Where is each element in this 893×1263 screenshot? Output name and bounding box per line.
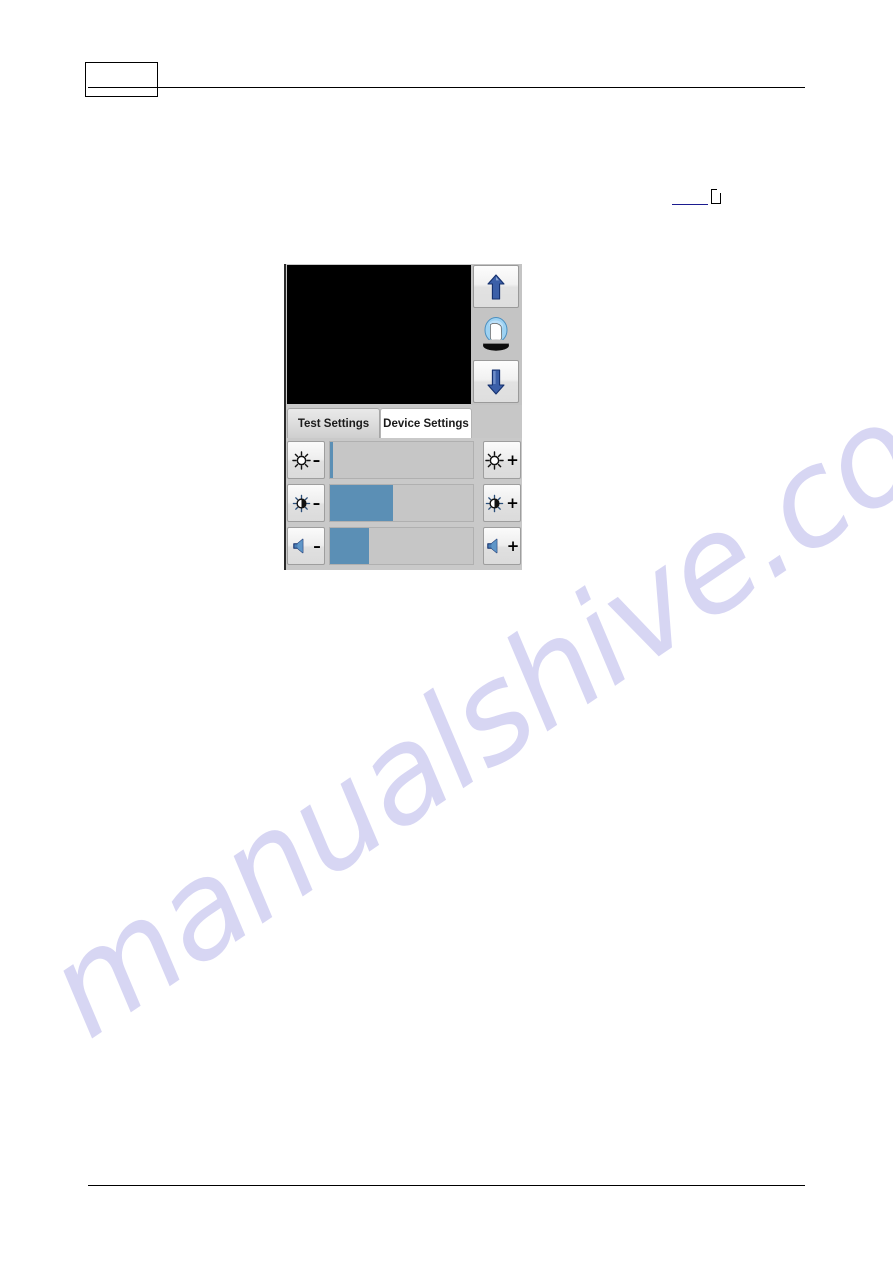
header-rule	[88, 87, 805, 88]
tab-test-settings[interactable]: Test Settings	[287, 408, 380, 438]
contrast-slider-fill	[330, 485, 393, 521]
contrast-half-sun-icon	[292, 494, 310, 512]
brightness-slider-track[interactable]	[329, 441, 474, 479]
tab-bar: Test Settings Device Settings	[286, 405, 522, 438]
move-down-button[interactable]	[473, 360, 519, 403]
contrast-decrease-button[interactable]: –	[287, 484, 325, 522]
device-top-area	[286, 264, 522, 405]
brightness-slider-fill	[330, 442, 333, 478]
volume-decrease-button[interactable]: –	[287, 527, 325, 565]
brightness-decrease-label: –	[312, 450, 321, 469]
brightness-increase-button[interactable]: +	[483, 441, 521, 479]
tab-bar-filler	[472, 405, 522, 438]
brightness-row: – +	[286, 440, 522, 480]
brightness-increase-label: +	[506, 450, 519, 469]
settings-rows: – + – + – +	[286, 438, 522, 570]
contrast-row: – +	[286, 483, 522, 523]
contrast-increase-label: +	[506, 493, 519, 512]
brightness-decrease-button[interactable]: –	[287, 441, 325, 479]
contrast-half-sun-icon	[485, 494, 504, 512]
volume-increase-label: +	[506, 536, 520, 555]
missing-glyph-tofu-icon	[711, 189, 721, 204]
volume-slider-track[interactable]	[329, 527, 474, 565]
move-up-button[interactable]	[473, 265, 519, 308]
header-label-box	[85, 62, 158, 97]
arrow-down-icon	[487, 368, 505, 395]
sun-brightness-icon	[485, 450, 504, 470]
head-chinrest-icon	[483, 316, 509, 351]
speaker-volume-icon	[293, 538, 304, 554]
device-screenshot: Test Settings Device Settings – + – + – …	[284, 264, 522, 570]
side-button-column	[471, 264, 522, 405]
arrow-up-icon	[487, 273, 505, 300]
volume-row: – +	[286, 526, 522, 566]
tab-device-settings[interactable]: Device Settings	[380, 408, 472, 438]
video-preview	[287, 265, 471, 404]
tab-test-settings-label: Test Settings	[297, 417, 370, 430]
contrast-increase-button[interactable]: +	[483, 484, 521, 522]
speaker-volume-icon	[486, 538, 498, 554]
contrast-decrease-label: –	[312, 493, 321, 512]
contrast-slider-track[interactable]	[329, 484, 474, 522]
cross-reference[interactable]	[672, 189, 727, 212]
footer-rule	[88, 1185, 805, 1186]
document-page: manualshive.com Test Settings Device Set…	[0, 0, 893, 1263]
volume-slider-fill	[330, 528, 369, 564]
head-position-button[interactable]	[473, 312, 519, 355]
volume-increase-button[interactable]: +	[483, 527, 521, 565]
volume-decrease-label: –	[313, 536, 321, 555]
tab-device-settings-label: Device Settings	[383, 417, 469, 430]
sun-brightness-icon	[291, 450, 311, 470]
cross-reference-underline	[672, 204, 708, 205]
